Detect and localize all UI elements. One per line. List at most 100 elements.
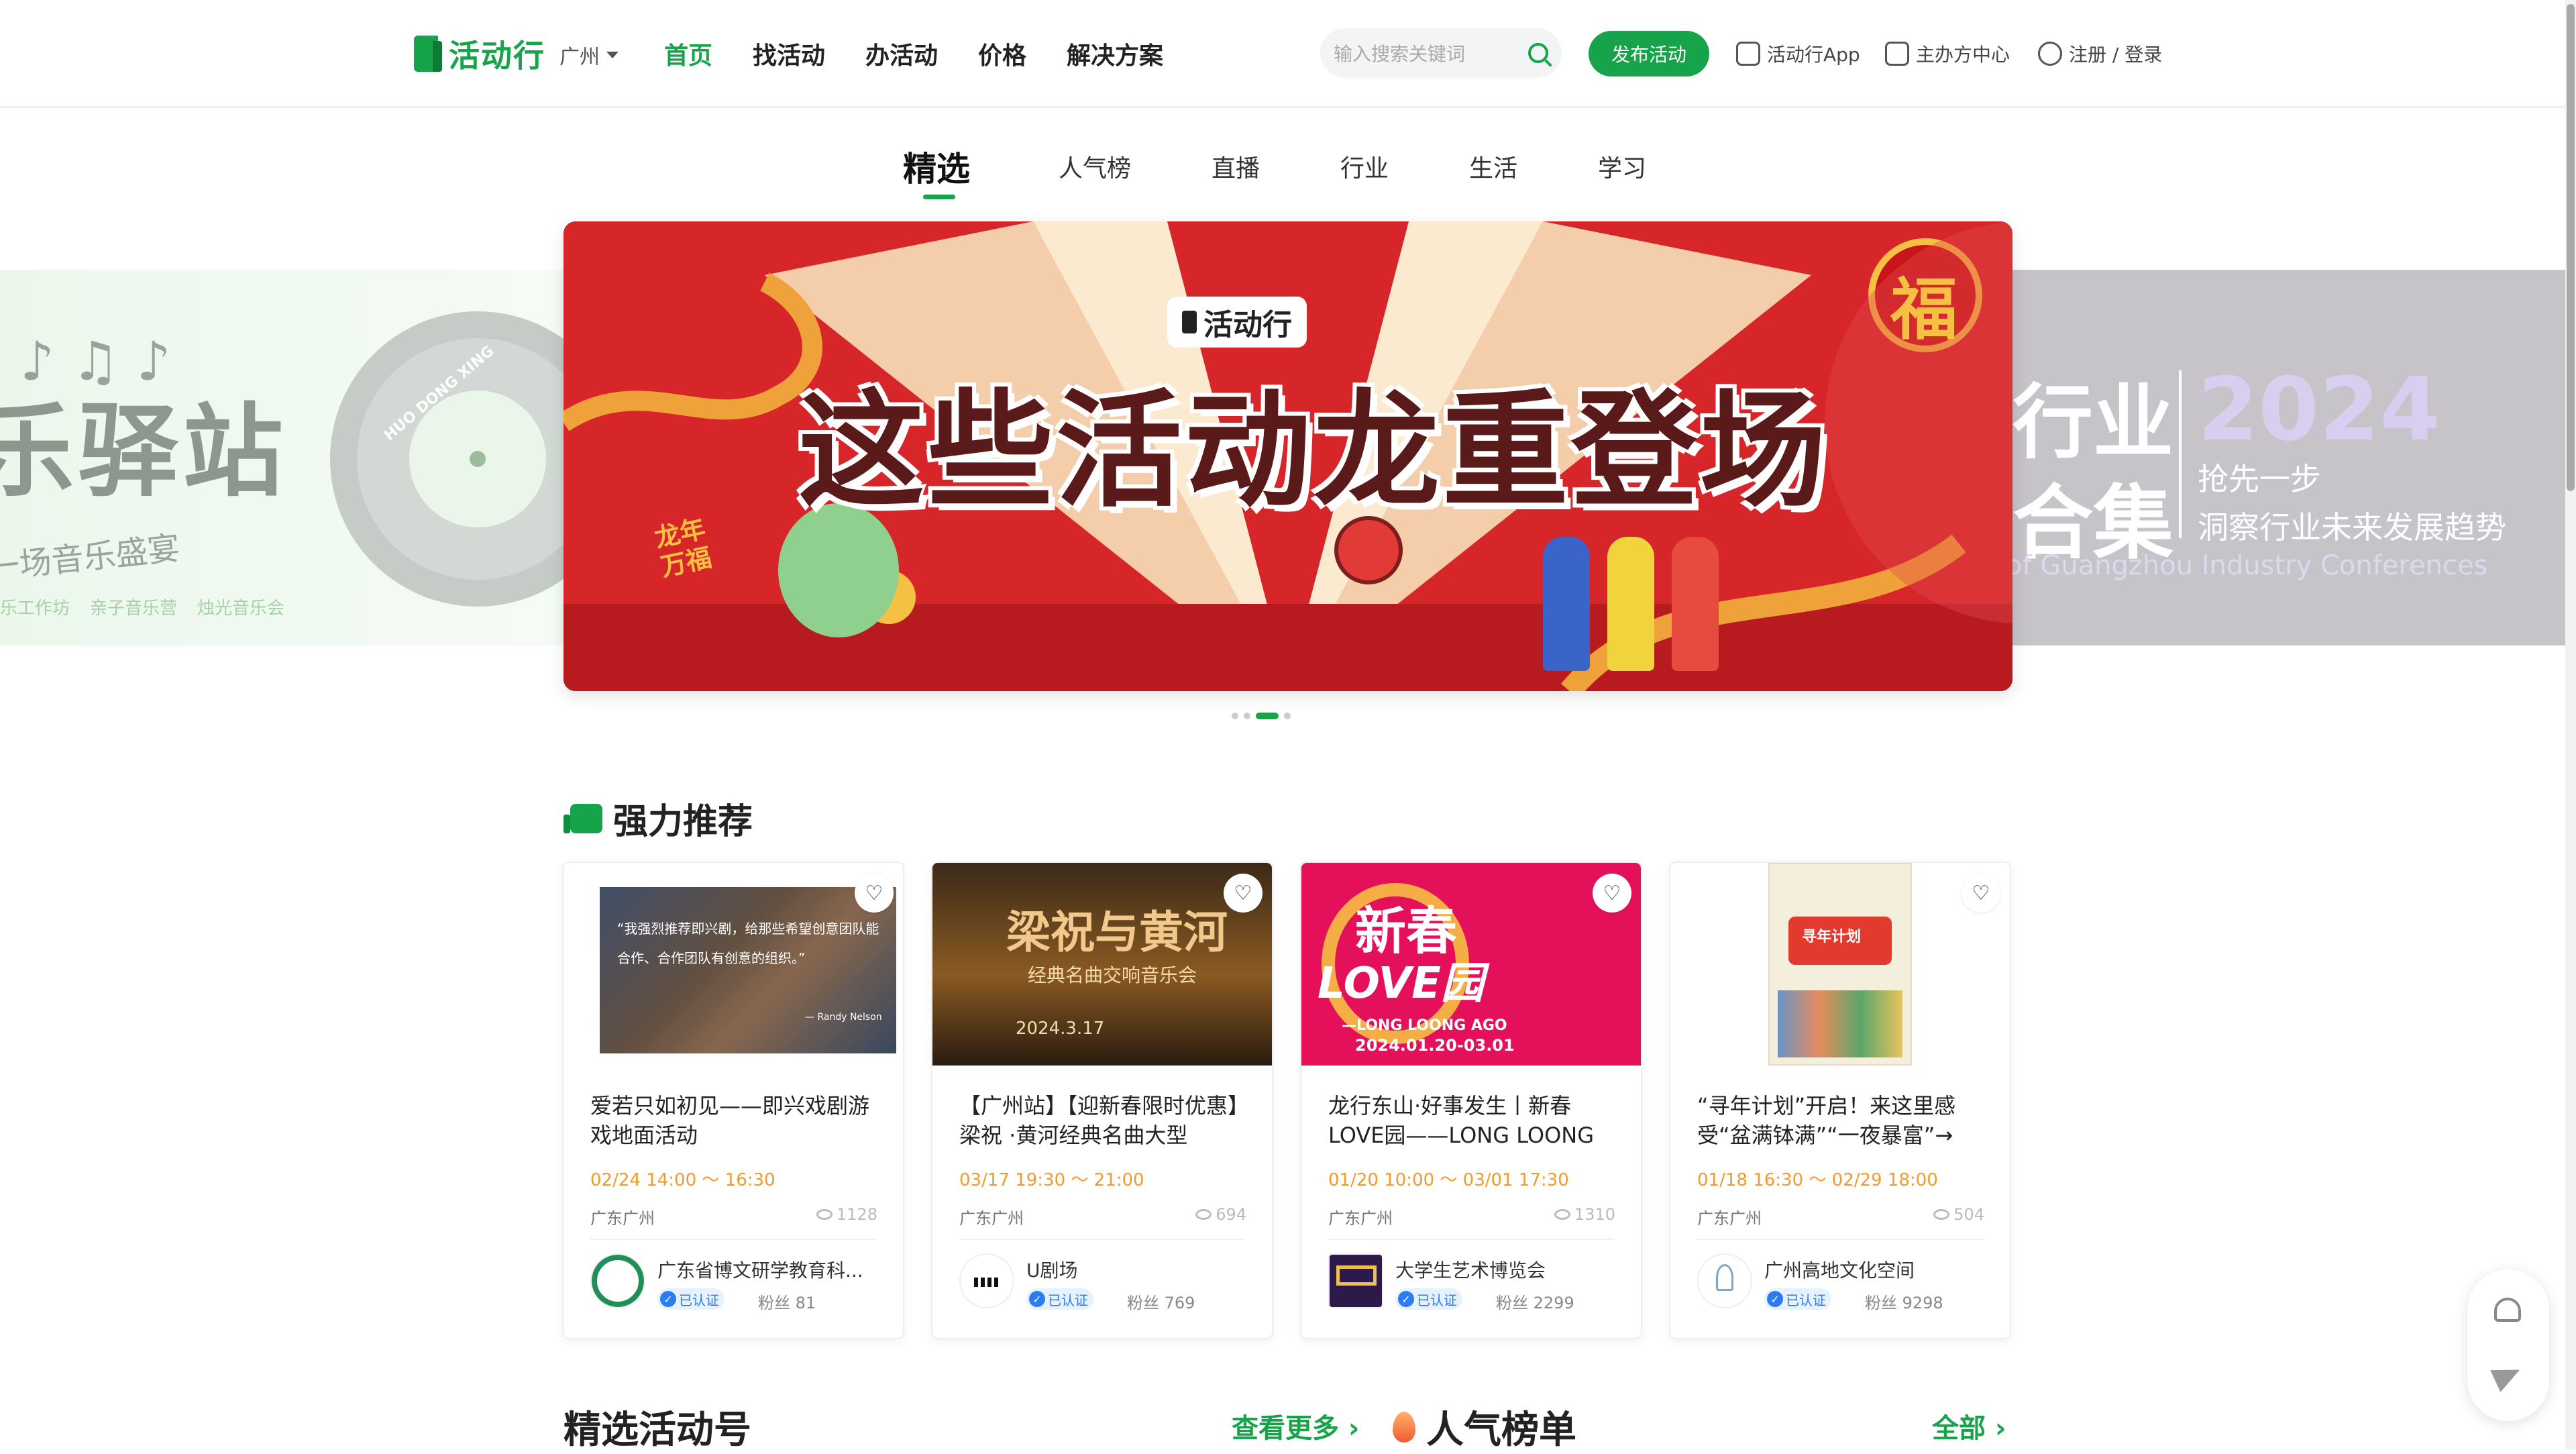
event-title[interactable]: 龙行东山·好事发生丨新春LOVE园——LONG LOONG <box>1328 1091 1623 1150</box>
carousel-dots <box>1232 713 1291 719</box>
organizer-name[interactable]: 广州高地文化空间 <box>1764 1256 1986 1283</box>
cover-date: 2024.01.20-03.01 <box>1355 1036 1515 1055</box>
event-card[interactable]: “我强烈推荐即兴剧，给那些希望创意团队能合作、合作团队有创意的组织。” — Ra… <box>562 862 904 1339</box>
organizer-fans: 粉丝 769 <box>1127 1294 1195 1312</box>
eye-icon <box>1195 1209 1212 1220</box>
event-views: 1128 <box>816 1205 877 1224</box>
search-input[interactable]: 输入搜索关键词 <box>1320 28 1562 78</box>
cover-title: 寻年计划 <box>1802 929 1862 945</box>
top-header: 活动行 广州 首页 找活动 办活动 价格 解决方案 输入搜索关键词 发布活动 活… <box>0 0 2576 107</box>
carousel-dot[interactable] <box>1232 713 1238 719</box>
banner-brand-text: 活动行 <box>1203 308 1292 342</box>
cover-sub: —LONG LOONG AGO <box>1342 1017 1507 1034</box>
banner-prev-slide[interactable]: ♪ ♫ ♪ 乐驿站 一场音乐盛宴 乐工作坊 亲子音乐营 烛光音乐会 HUO DO… <box>0 270 577 645</box>
app-link-label: 活动行App <box>1767 44 1860 66</box>
event-title[interactable]: 爱若只如初见——即兴戏剧游戏地面活动 <box>590 1091 885 1150</box>
site-logo[interactable]: 活动行 <box>414 34 545 74</box>
event-cover-image: 梁祝与黄河 经典名曲交响音乐会 2024.3.17 <box>932 863 1272 1066</box>
recommend-section-title: 强力推荐 <box>564 793 753 843</box>
tab-industry[interactable]: 行业 <box>1340 149 1389 184</box>
event-card[interactable]: 新春 LOVE园 —LONG LOONG AGO 2024.01.20-03.0… <box>1300 862 1642 1339</box>
chevron-down-icon <box>606 52 619 58</box>
heart-icon[interactable]: ♡ <box>855 874 894 913</box>
nav-find-events[interactable]: 找活动 <box>753 36 825 71</box>
user-icon <box>2038 42 2062 66</box>
popular-ranking-title: 人气榜单 <box>1393 1400 1576 1454</box>
organizer-center-link[interactable]: 主办方中心 <box>1885 40 2010 67</box>
heart-icon[interactable]: ♡ <box>1962 874 2000 913</box>
event-time: 03/17 19:30 ～ 21:00 <box>959 1170 1144 1190</box>
organizer-name[interactable]: U剧场 <box>1026 1256 1248 1283</box>
tab-life[interactable]: 生活 <box>1469 149 1517 184</box>
main-banner[interactable]: 活动行 这些活动龙重登场 福 龙年万福 <box>564 221 2012 691</box>
cover-date: 2024.3.17 <box>1016 1019 1105 1039</box>
prev-slide-subtitle: 一场音乐盛宴 <box>0 529 182 587</box>
event-card[interactable]: 梁祝与黄河 经典名曲交响音乐会 2024.3.17 ♡ 【广州站】【迎新春限时优… <box>931 862 1273 1339</box>
tab-featured[interactable]: 精选 <box>903 142 970 191</box>
next-slide-year: 2024 <box>2198 358 2440 460</box>
headset-icon[interactable] <box>2494 1298 2521 1322</box>
publish-event-button[interactable]: 发布活动 <box>1589 31 1709 76</box>
prev-slide-title: 乐驿站 <box>0 394 288 511</box>
view-more-link[interactable]: 查看更多 › <box>1232 1406 1359 1445</box>
event-views: 504 <box>1933 1205 1984 1224</box>
app-link[interactable]: 活动行App <box>1736 40 1860 67</box>
heart-icon[interactable]: ♡ <box>1224 874 1263 913</box>
tab-active-indicator <box>923 195 955 199</box>
search-icon[interactable] <box>1528 43 1548 63</box>
nav-home[interactable]: 首页 <box>664 36 712 71</box>
cover-title-2: LOVE园 <box>1318 959 1484 1008</box>
cover-caption: — Randy Nelson <box>805 1012 882 1023</box>
featured-accounts-title: 精选活动号 <box>564 1408 751 1452</box>
event-title[interactable]: 【广州站】【迎新春限时优惠】梁祝 ·黄河经典名曲大型 <box>959 1091 1254 1150</box>
city-selector[interactable]: 广州 <box>559 40 619 70</box>
carousel-dot[interactable] <box>1244 713 1250 719</box>
next-slide-line2: 洞察行业未来发展趋势 <box>2198 509 2506 546</box>
carousel-dot-active[interactable] <box>1256 713 1279 719</box>
organizer-name[interactable]: 广东省博文研学教育科... <box>657 1256 879 1283</box>
tab-live[interactable]: 直播 <box>1212 149 1260 184</box>
cover-subtitle: 经典名曲交响音乐会 <box>1028 964 1197 986</box>
avatar[interactable] <box>959 1253 1014 1308</box>
banner-headline: 这些活动龙重登场 <box>798 378 1829 525</box>
send-icon[interactable] <box>2490 1359 2525 1392</box>
popular-ranking-text: 人气榜单 <box>1426 1408 1576 1452</box>
nav-pricing[interactable]: 价格 <box>978 36 1026 71</box>
organizer-center-label: 主办方中心 <box>1916 44 2010 66</box>
event-cover-image: “我强烈推荐即兴剧，给那些希望创意团队能合作、合作团队有创意的组织。” — Ra… <box>564 863 903 1066</box>
search-placeholder: 输入搜索关键词 <box>1334 43 1466 65</box>
divider <box>1328 1239 1614 1240</box>
verified-badge: ✓ 已认证 <box>657 1288 724 1310</box>
carousel-dot[interactable] <box>1284 713 1291 719</box>
scrollbar-thumb[interactable] <box>2567 4 2575 491</box>
recommend-title-text: 强力推荐 <box>613 802 753 842</box>
login-label: 注册 / 登录 <box>2069 44 2163 66</box>
avatar[interactable] <box>1697 1253 1752 1308</box>
logo-mark-icon <box>414 36 442 72</box>
nav-host-events[interactable]: 办活动 <box>865 36 938 71</box>
verified-label: 已认证 <box>1417 1292 1457 1308</box>
event-time: 02/24 14:00 ～ 16:30 <box>590 1170 775 1190</box>
banner-next-slide[interactable]: 行业 合集 2024 抢先一步 洞察行业未来发展趋势 of Guangzhou … <box>2006 270 2576 645</box>
nav-solutions[interactable]: 解决方案 <box>1067 36 1163 71</box>
banner-brand: 活动行 <box>1167 297 1307 348</box>
prev-slide-tag: 烛光音乐会 <box>197 599 285 619</box>
tab-popular[interactable]: 人气榜 <box>1059 149 1131 184</box>
event-card[interactable]: 寻年计划 ♡ “寻年计划”开启！来这里感受“盆满钵满”“一夜暴富”→ 01/18… <box>1669 862 2011 1339</box>
avatar[interactable] <box>590 1253 645 1308</box>
views-count: 1310 <box>1574 1205 1615 1224</box>
avatar[interactable] <box>1328 1253 1383 1308</box>
verified-label: 已认证 <box>1048 1292 1088 1308</box>
thumbs-up-icon <box>564 803 602 833</box>
fu-badge: 福 <box>1890 270 1957 349</box>
heart-icon[interactable]: ♡ <box>1593 874 1631 913</box>
organizer-name[interactable]: 大学生艺术博览会 <box>1395 1256 1617 1283</box>
login-link[interactable]: 注册 / 登录 <box>2038 40 2162 67</box>
tab-study[interactable]: 学习 <box>1598 149 1646 184</box>
organizer-fans: 粉丝 2299 <box>1496 1294 1574 1312</box>
prev-slide-tag: 亲子音乐营 <box>90 599 178 619</box>
verified-label: 已认证 <box>1786 1292 1826 1308</box>
logo-mark-icon <box>1182 311 1197 333</box>
view-all-link[interactable]: 全部 › <box>1932 1406 2006 1445</box>
event-title[interactable]: “寻年计划”开启！来这里感受“盆满钵满”“一夜暴富”→ <box>1697 1091 1992 1150</box>
